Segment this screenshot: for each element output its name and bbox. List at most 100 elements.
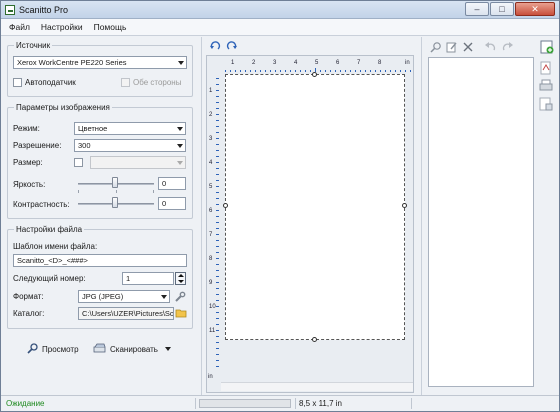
- resize-handle-left[interactable]: [223, 203, 228, 208]
- size-select[interactable]: [90, 156, 186, 169]
- ruler-tick: [260, 70, 261, 72]
- ruler-tick: [310, 70, 311, 72]
- chevron-down-icon: [177, 161, 183, 165]
- menu-file[interactable]: Файл: [7, 21, 32, 33]
- brightness-slider-thumb[interactable]: [112, 177, 118, 188]
- size-checkbox[interactable]: [74, 158, 83, 167]
- menu-bar: Файл Настройки Помощь: [1, 19, 559, 36]
- adf-checkbox[interactable]: [13, 78, 22, 87]
- folder-icon[interactable]: [175, 307, 187, 321]
- undo-icon[interactable]: [484, 41, 496, 53]
- ruler-tick: [390, 70, 391, 72]
- ruler-number: 2: [209, 112, 213, 118]
- folder-label: Каталог:: [13, 309, 45, 318]
- ruler-number: 8: [209, 256, 213, 262]
- ruler-tick: [355, 70, 356, 72]
- mode-select[interactable]: Цветное: [74, 122, 186, 135]
- ruler-tick: [216, 174, 219, 175]
- ruler-tick: [216, 312, 219, 313]
- ruler-tick: [216, 126, 219, 127]
- ruler-number: 6: [209, 208, 213, 214]
- resize-handle-right[interactable]: [402, 203, 407, 208]
- chevron-down-icon: [178, 61, 184, 65]
- contrast-input[interactable]: 0: [158, 197, 186, 210]
- ruler-tick: [216, 348, 219, 349]
- pdf-icon[interactable]: [539, 61, 553, 75]
- maximize-button[interactable]: □: [490, 2, 514, 16]
- file-settings-label: Настройки файла: [14, 225, 85, 234]
- ruler-number: 5: [315, 60, 319, 66]
- wrench-icon[interactable]: [174, 291, 186, 305]
- ruler-tick: [230, 70, 231, 72]
- ruler-tick: [216, 300, 219, 301]
- resolution-select[interactable]: 300: [74, 139, 186, 152]
- ruler-tick: [216, 162, 219, 163]
- preview-pane: 1 2 3 4 5 6 7 8 in 1 2 3 4 5 6 7 8 9 10 11 in: [201, 37, 417, 395]
- format-select[interactable]: JPG (JPEG): [78, 290, 170, 303]
- ruler-tick: [410, 70, 411, 72]
- ruler-tick: [216, 120, 219, 121]
- close-button[interactable]: ✕: [515, 2, 555, 16]
- duplex-label: Обе стороны: [133, 78, 182, 87]
- ruler-tick: [216, 240, 219, 241]
- size-label: Размер:: [13, 158, 43, 167]
- image-params-group: Параметры изображения Режим: Цветное Раз…: [7, 103, 193, 219]
- ruler-tick: [216, 180, 219, 181]
- add-page-icon[interactable]: [540, 40, 554, 54]
- next-number-input[interactable]: 1: [122, 272, 174, 285]
- left-ruler: 1 2 3 4 5 6 7 8 9 10 11 in: [207, 74, 219, 390]
- ruler-tick: [295, 70, 296, 72]
- next-number-label: Следующий номер:: [13, 274, 86, 283]
- thumbnail-list[interactable]: [428, 57, 534, 387]
- title-bar[interactable]: Scanitto Pro – □ ✕: [1, 1, 559, 19]
- preview-button[interactable]: Просмотр: [27, 341, 79, 357]
- ruler-tick: [216, 90, 219, 91]
- ruler-tick: [216, 192, 219, 193]
- ruler-tick: [370, 70, 371, 72]
- preview-canvas[interactable]: 1 2 3 4 5 6 7 8 in 1 2 3 4 5 6 7 8 9 10 11 in: [206, 55, 414, 393]
- ruler-tick: [216, 138, 219, 139]
- duplex-checkbox[interactable]: [121, 78, 130, 87]
- scan-button[interactable]: Сканировать: [93, 341, 171, 357]
- print-icon[interactable]: [539, 79, 553, 93]
- ruler-tick: [216, 222, 219, 223]
- ruler-tick: [216, 198, 219, 199]
- template-input[interactable]: Scanitto_<D>_<###>: [13, 254, 187, 267]
- top-ruler: 1 2 3 4 5 6 7 8 in: [221, 60, 415, 72]
- resize-handle-bottom[interactable]: [312, 337, 317, 342]
- ruler-number: 7: [209, 232, 213, 238]
- folder-input[interactable]: C:\Users\UZER\Pictures\Scanitto: [78, 307, 174, 320]
- mode-select-value: Цветное: [78, 124, 108, 133]
- ruler-tick: [216, 234, 219, 235]
- horizontal-scrollbar[interactable]: [221, 382, 413, 391]
- brightness-ticks: [78, 190, 154, 193]
- ruler-tick: [216, 318, 219, 319]
- ruler-tick: [216, 306, 219, 307]
- ruler-tick: [216, 270, 219, 271]
- delete-icon[interactable]: [462, 41, 474, 53]
- edit-icon[interactable]: [446, 41, 458, 53]
- contrast-slider-thumb[interactable]: [112, 197, 118, 208]
- resize-handle-top[interactable]: [312, 72, 317, 77]
- zoom-icon[interactable]: [430, 41, 442, 53]
- brightness-input[interactable]: 0: [158, 177, 186, 190]
- menu-settings[interactable]: Настройки: [39, 21, 85, 33]
- scanner-select-value: Xerox WorkCentre PE220 Series: [17, 58, 127, 67]
- redo-icon[interactable]: [502, 41, 514, 53]
- scan-area[interactable]: [223, 72, 407, 342]
- ruler-tick: [216, 84, 219, 85]
- ruler-tick: [280, 70, 281, 72]
- menu-help[interactable]: Помощь: [92, 21, 129, 33]
- save-page-icon[interactable]: [539, 97, 553, 111]
- next-number-stepper[interactable]: [175, 272, 186, 285]
- ruler-tick: [300, 70, 301, 72]
- rotate-right-icon[interactable]: [226, 41, 237, 53]
- ruler-tick: [240, 70, 241, 72]
- ruler-tick: [216, 210, 219, 211]
- rotate-left-icon[interactable]: [210, 41, 221, 53]
- minimize-button[interactable]: –: [465, 2, 489, 16]
- ruler-tick: [216, 258, 219, 259]
- scanner-select[interactable]: Xerox WorkCentre PE220 Series: [13, 56, 187, 69]
- chevron-down-icon: [161, 295, 167, 299]
- chevron-down-icon[interactable]: [164, 347, 171, 351]
